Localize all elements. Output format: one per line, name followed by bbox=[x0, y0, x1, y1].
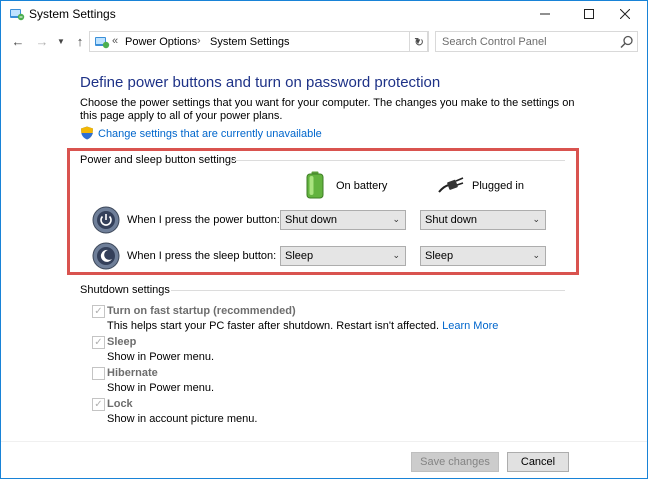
page-title: Define power buttons and turn on passwor… bbox=[80, 74, 441, 91]
power-button-battery-select[interactable]: Shut down ⌄ bbox=[280, 210, 406, 230]
select-value: Sleep bbox=[285, 250, 314, 262]
chevron-down-icon: ⌄ bbox=[392, 250, 400, 260]
search-placeholder: Search Control Panel bbox=[442, 36, 547, 48]
power-sleep-group-label: Power and sleep button settings bbox=[80, 154, 241, 166]
column-on-battery: On battery bbox=[336, 180, 388, 192]
address-bar[interactable]: « Power Options › System Settings ▼ bbox=[89, 31, 428, 52]
hibernate-checkbox[interactable] bbox=[92, 367, 105, 380]
close-icon bbox=[620, 9, 630, 19]
hibernate-label: Hibernate bbox=[107, 367, 158, 379]
cancel-button[interactable]: Cancel bbox=[507, 452, 569, 472]
group-divider bbox=[171, 290, 565, 291]
minimize-icon bbox=[540, 13, 550, 15]
refresh-button[interactable]: ↻ bbox=[409, 31, 429, 52]
save-changes-button[interactable]: Save changes bbox=[411, 452, 499, 472]
battery-icon bbox=[306, 171, 324, 199]
address-overflow-icon[interactable]: « bbox=[112, 35, 118, 47]
power-button-plugged-select[interactable]: Shut down ⌄ bbox=[420, 210, 546, 230]
power-button-label: When I press the power button: bbox=[127, 214, 280, 226]
power-button-icon bbox=[92, 206, 120, 234]
back-button[interactable]: ← bbox=[10, 32, 26, 50]
shutdown-group-label: Shutdown settings bbox=[80, 284, 174, 296]
maximize-icon bbox=[584, 9, 594, 19]
breadcrumb-system-settings[interactable]: System Settings bbox=[210, 36, 289, 48]
forward-button[interactable]: → bbox=[34, 32, 50, 50]
footer-divider bbox=[1, 441, 647, 442]
lock-checkbox[interactable]: ✓ bbox=[92, 398, 105, 411]
power-plug-icon bbox=[438, 177, 464, 193]
group-divider bbox=[231, 160, 565, 161]
hibernate-desc: Show in Power menu. bbox=[107, 382, 214, 394]
sleep-button-battery-select[interactable]: Sleep ⌄ bbox=[280, 246, 406, 266]
control-panel-icon bbox=[10, 9, 25, 21]
fast-startup-checkbox[interactable]: ✓ bbox=[92, 305, 105, 318]
title-bar: System Settings bbox=[1, 1, 647, 27]
fast-startup-label: Turn on fast startup (recommended) bbox=[107, 305, 296, 317]
chevron-down-icon: ⌄ bbox=[532, 214, 540, 224]
select-value: Sleep bbox=[425, 250, 454, 262]
search-icon[interactable] bbox=[620, 35, 634, 49]
fast-startup-desc: This helps start your PC faster after sh… bbox=[107, 320, 498, 332]
up-button[interactable]: ↑ bbox=[72, 32, 88, 50]
minimize-button[interactable] bbox=[523, 1, 567, 27]
select-value: Shut down bbox=[425, 214, 477, 226]
window-title: System Settings bbox=[29, 7, 116, 21]
search-box[interactable]: Search Control Panel bbox=[435, 31, 638, 52]
control-panel-icon bbox=[95, 37, 110, 49]
chevron-down-icon: ⌄ bbox=[392, 214, 400, 224]
fast-startup-desc-text: This helps start your PC faster after sh… bbox=[107, 320, 440, 332]
uac-shield-icon bbox=[81, 126, 93, 140]
breadcrumb-separator: › bbox=[197, 35, 201, 47]
recent-locations-dropdown[interactable]: ▼ bbox=[56, 32, 66, 50]
system-settings-window: System Settings ← → ▼ ↑ « Power Options … bbox=[0, 0, 648, 479]
sleep-checkbox[interactable]: ✓ bbox=[92, 336, 105, 349]
learn-more-link[interactable]: Learn More bbox=[442, 320, 498, 332]
lock-label: Lock bbox=[107, 398, 133, 410]
intro-text: Choose the power settings that you want … bbox=[80, 97, 575, 122]
select-value: Shut down bbox=[285, 214, 337, 226]
sleep-button-plugged-select[interactable]: Sleep ⌄ bbox=[420, 246, 546, 266]
lock-desc: Show in account picture menu. bbox=[107, 413, 258, 425]
column-plugged-in: Plugged in bbox=[472, 180, 524, 192]
change-settings-link[interactable]: Change settings that are currently unava… bbox=[98, 128, 322, 140]
sleep-button-label: When I press the sleep button: bbox=[127, 250, 277, 262]
sleep-button-icon bbox=[92, 242, 120, 270]
chevron-down-icon: ⌄ bbox=[532, 250, 540, 260]
navigation-bar: ← → ▼ ↑ « Power Options › System Setting… bbox=[1, 28, 647, 56]
breadcrumb-power-options[interactable]: Power Options bbox=[125, 36, 197, 48]
sleep-label: Sleep bbox=[107, 336, 137, 348]
close-button[interactable] bbox=[603, 1, 647, 27]
sleep-desc: Show in Power menu. bbox=[107, 351, 214, 363]
